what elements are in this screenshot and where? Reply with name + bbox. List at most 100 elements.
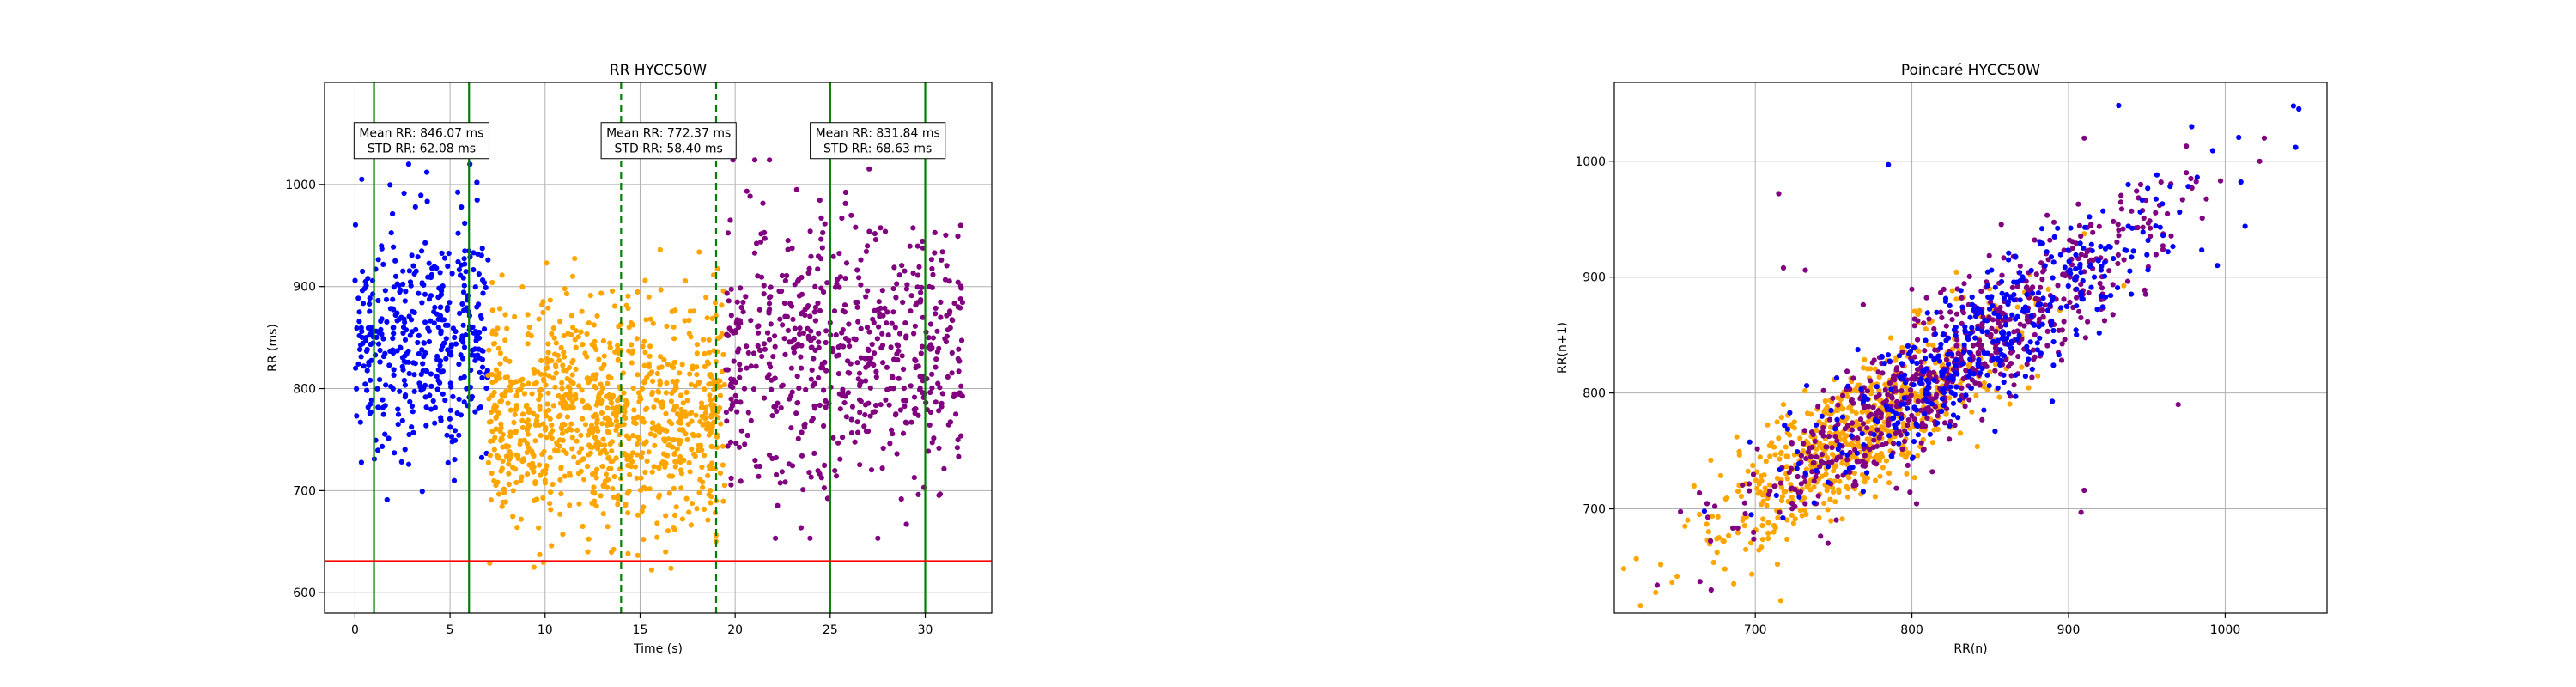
poincare-point	[1948, 389, 1954, 396]
poincare-point	[1939, 408, 1945, 415]
rr-point	[863, 294, 869, 300]
rr-point	[428, 371, 434, 377]
poincare-point	[2121, 257, 2127, 263]
poincare-point	[1985, 294, 1991, 300]
poincare-point	[2106, 268, 2112, 274]
poincare-point	[1967, 331, 1973, 337]
poincare-point	[1814, 422, 1820, 428]
rr-point	[910, 271, 916, 277]
rr-point	[531, 410, 537, 416]
rr-point	[911, 331, 917, 337]
rr-point	[799, 311, 805, 317]
rr-point	[461, 344, 468, 350]
poincare-point	[1861, 365, 1867, 371]
poincare-point	[1775, 514, 1781, 521]
poincare-point	[1938, 341, 1944, 347]
rr-point	[488, 418, 494, 424]
pc-x-tick-label: 1000	[2210, 623, 2241, 637]
rr-y-tick-label: 700	[293, 484, 316, 498]
rr-point	[908, 308, 914, 314]
rr-x-tick-label: 5	[447, 623, 454, 637]
rr-point	[957, 296, 963, 302]
rr-point	[435, 325, 441, 331]
rr-point	[427, 392, 433, 398]
rr-point	[942, 336, 948, 342]
poincare-point	[2115, 260, 2121, 267]
poincare-point	[2015, 354, 2021, 360]
rr-point	[579, 308, 585, 314]
rr-point	[721, 382, 727, 388]
rr-point	[599, 421, 605, 427]
rr-point	[774, 408, 780, 415]
poincare-point	[1830, 489, 1837, 495]
poincare-point	[1992, 368, 1998, 374]
poincare-point	[1899, 388, 1905, 394]
rr-point	[559, 395, 565, 401]
poincare-point	[1860, 301, 1866, 307]
rr-point	[955, 234, 961, 240]
rr-point	[896, 272, 902, 278]
poincare-point	[1923, 423, 1929, 429]
rr-point	[958, 433, 964, 439]
rr-point	[510, 514, 516, 520]
rr-point	[647, 353, 653, 359]
poincare-point	[2118, 192, 2124, 198]
rr-point	[888, 385, 894, 392]
rr-point	[471, 267, 477, 273]
poincare-point	[1949, 317, 1955, 323]
rr-point	[863, 248, 870, 254]
poincare-point	[1850, 420, 1856, 426]
poincare-point	[2076, 222, 2082, 228]
rr-point	[719, 331, 725, 337]
rr-point	[651, 464, 657, 470]
rr-point	[858, 398, 864, 404]
rr-point	[416, 350, 422, 357]
rr-point	[652, 442, 658, 448]
poincare-point	[1923, 295, 1929, 301]
poincare-point	[2091, 274, 2098, 280]
rr-point	[384, 496, 390, 503]
poincare-point	[1909, 358, 1915, 365]
rr-point	[902, 268, 908, 274]
poincare-point	[2001, 372, 2007, 378]
poincare-point	[1824, 444, 1830, 450]
poincare-point	[1969, 301, 1976, 307]
rr-point	[949, 350, 955, 356]
rr-point	[803, 386, 809, 392]
poincare-point	[2110, 312, 2116, 318]
poincare-point	[1909, 412, 1915, 419]
rr-point	[780, 382, 786, 388]
rr-point	[841, 309, 848, 315]
rr-point	[363, 335, 369, 341]
rr-point	[706, 350, 713, 356]
rr-point	[875, 535, 881, 541]
poincare-point	[2074, 331, 2080, 338]
rr-point	[745, 350, 751, 356]
rr-point	[495, 345, 501, 351]
poincare-point	[2193, 179, 2199, 185]
rr-point	[531, 464, 537, 470]
rr-point	[489, 470, 495, 477]
rr-point	[439, 250, 445, 256]
rr-point	[927, 321, 933, 327]
rr-point	[840, 386, 846, 392]
rr-point	[724, 290, 730, 296]
rr-point	[662, 438, 668, 444]
rr-point	[525, 417, 531, 423]
rr-point	[477, 313, 484, 319]
rr-point	[661, 356, 667, 362]
poincare-point	[1915, 453, 1921, 459]
poincare-point	[1943, 356, 1949, 362]
poincare-point	[1714, 550, 1720, 556]
poincare-point	[1784, 453, 1791, 459]
rr-point	[705, 472, 711, 479]
rr-y-tick-label: 600	[293, 587, 316, 600]
poincare-point	[1966, 273, 1972, 279]
rr-point	[411, 372, 417, 378]
rr-point	[564, 414, 571, 420]
poincare-point	[2033, 271, 2039, 277]
rr-point	[911, 475, 917, 481]
rr-point	[932, 229, 938, 235]
poincare-point	[2024, 344, 2030, 350]
poincare-point	[2099, 304, 2105, 310]
